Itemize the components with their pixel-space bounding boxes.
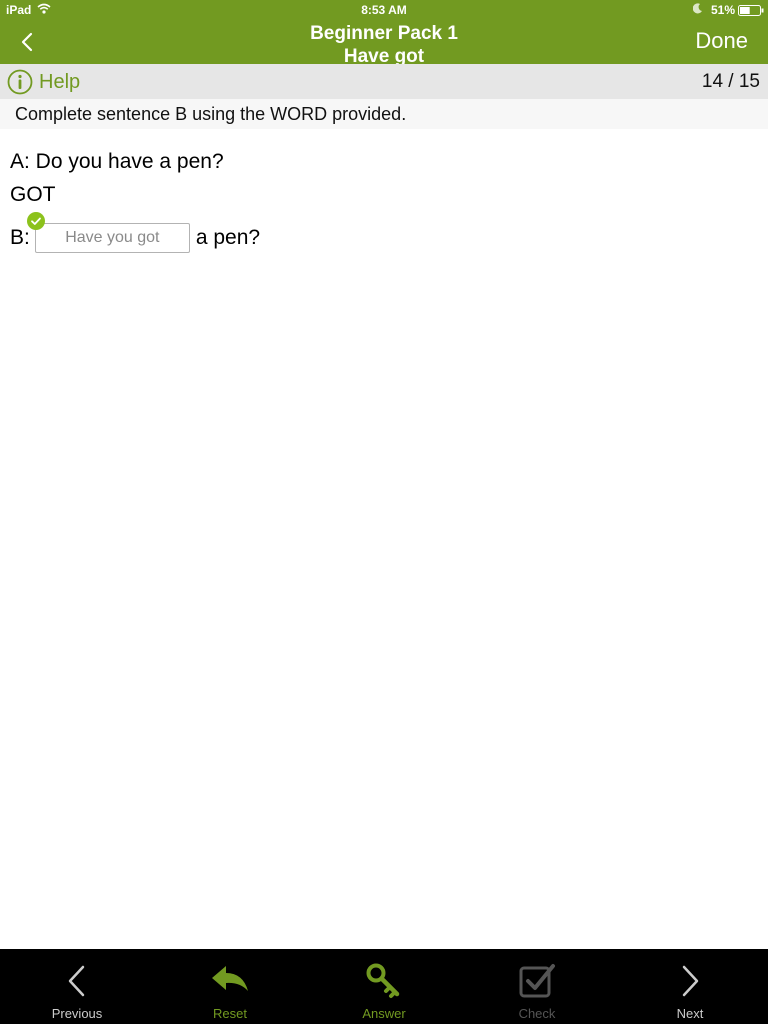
help-bar: Help 14 / 15 xyxy=(0,64,768,99)
previous-button[interactable]: Previous xyxy=(27,949,127,1024)
page-title: Beginner Pack 1 Have got xyxy=(184,22,584,68)
check-label: Check xyxy=(518,1006,556,1021)
header: iPad 8:53 AM 51% Beginner Pack 1 Have go… xyxy=(0,0,768,67)
answer-input[interactable] xyxy=(34,223,190,253)
status-bar: iPad 8:53 AM 51% xyxy=(0,0,768,20)
correct-check-icon xyxy=(26,212,45,230)
chevron-left-icon xyxy=(68,965,85,997)
help-label: Help xyxy=(39,70,81,93)
keyword: GOT xyxy=(10,183,56,206)
sentence-a: A: Do you have a pen? xyxy=(10,150,224,173)
title-line-1: Beginner Pack 1 xyxy=(310,23,458,44)
reset-button[interactable]: Reset xyxy=(180,949,280,1024)
next-button[interactable]: Next xyxy=(640,949,740,1024)
battery-percent: 51% xyxy=(711,3,736,17)
chevron-left-icon xyxy=(21,32,33,52)
app-screen: iPad 8:53 AM 51% Beginner Pack 1 Have go… xyxy=(0,0,768,1024)
question-counter: 14 / 15 xyxy=(701,71,760,92)
reset-label: Reset xyxy=(213,1006,247,1021)
battery-icon xyxy=(738,5,764,19)
key-icon xyxy=(366,963,400,998)
answer-button[interactable]: Answer xyxy=(334,949,434,1024)
status-time: 8:53 AM xyxy=(361,3,407,17)
help-button[interactable]: Help xyxy=(7,69,80,95)
info-icon xyxy=(7,69,33,95)
instruction-text: Complete sentence B using the WORD provi… xyxy=(15,104,407,124)
check-button[interactable]: Check xyxy=(487,949,587,1024)
checkbox-icon xyxy=(519,964,555,998)
answer-field-wrapper xyxy=(26,212,190,253)
chevron-right-icon xyxy=(682,965,699,997)
sentence-b-suffix: a pen? xyxy=(195,226,261,249)
answer-label: Answer xyxy=(362,1006,406,1021)
instruction-bar: Complete sentence B using the WORD provi… xyxy=(0,99,768,129)
moon-icon xyxy=(692,3,703,17)
reply-arrow-icon xyxy=(212,966,248,991)
done-button[interactable]: Done xyxy=(695,28,748,54)
previous-label: Previous xyxy=(51,1006,103,1021)
answer-row: B: a pen? xyxy=(10,212,261,254)
bottom-toolbar: Previous Reset Answer Check Next xyxy=(0,949,768,1024)
back-button[interactable] xyxy=(12,26,42,58)
next-label: Next xyxy=(676,1006,704,1021)
